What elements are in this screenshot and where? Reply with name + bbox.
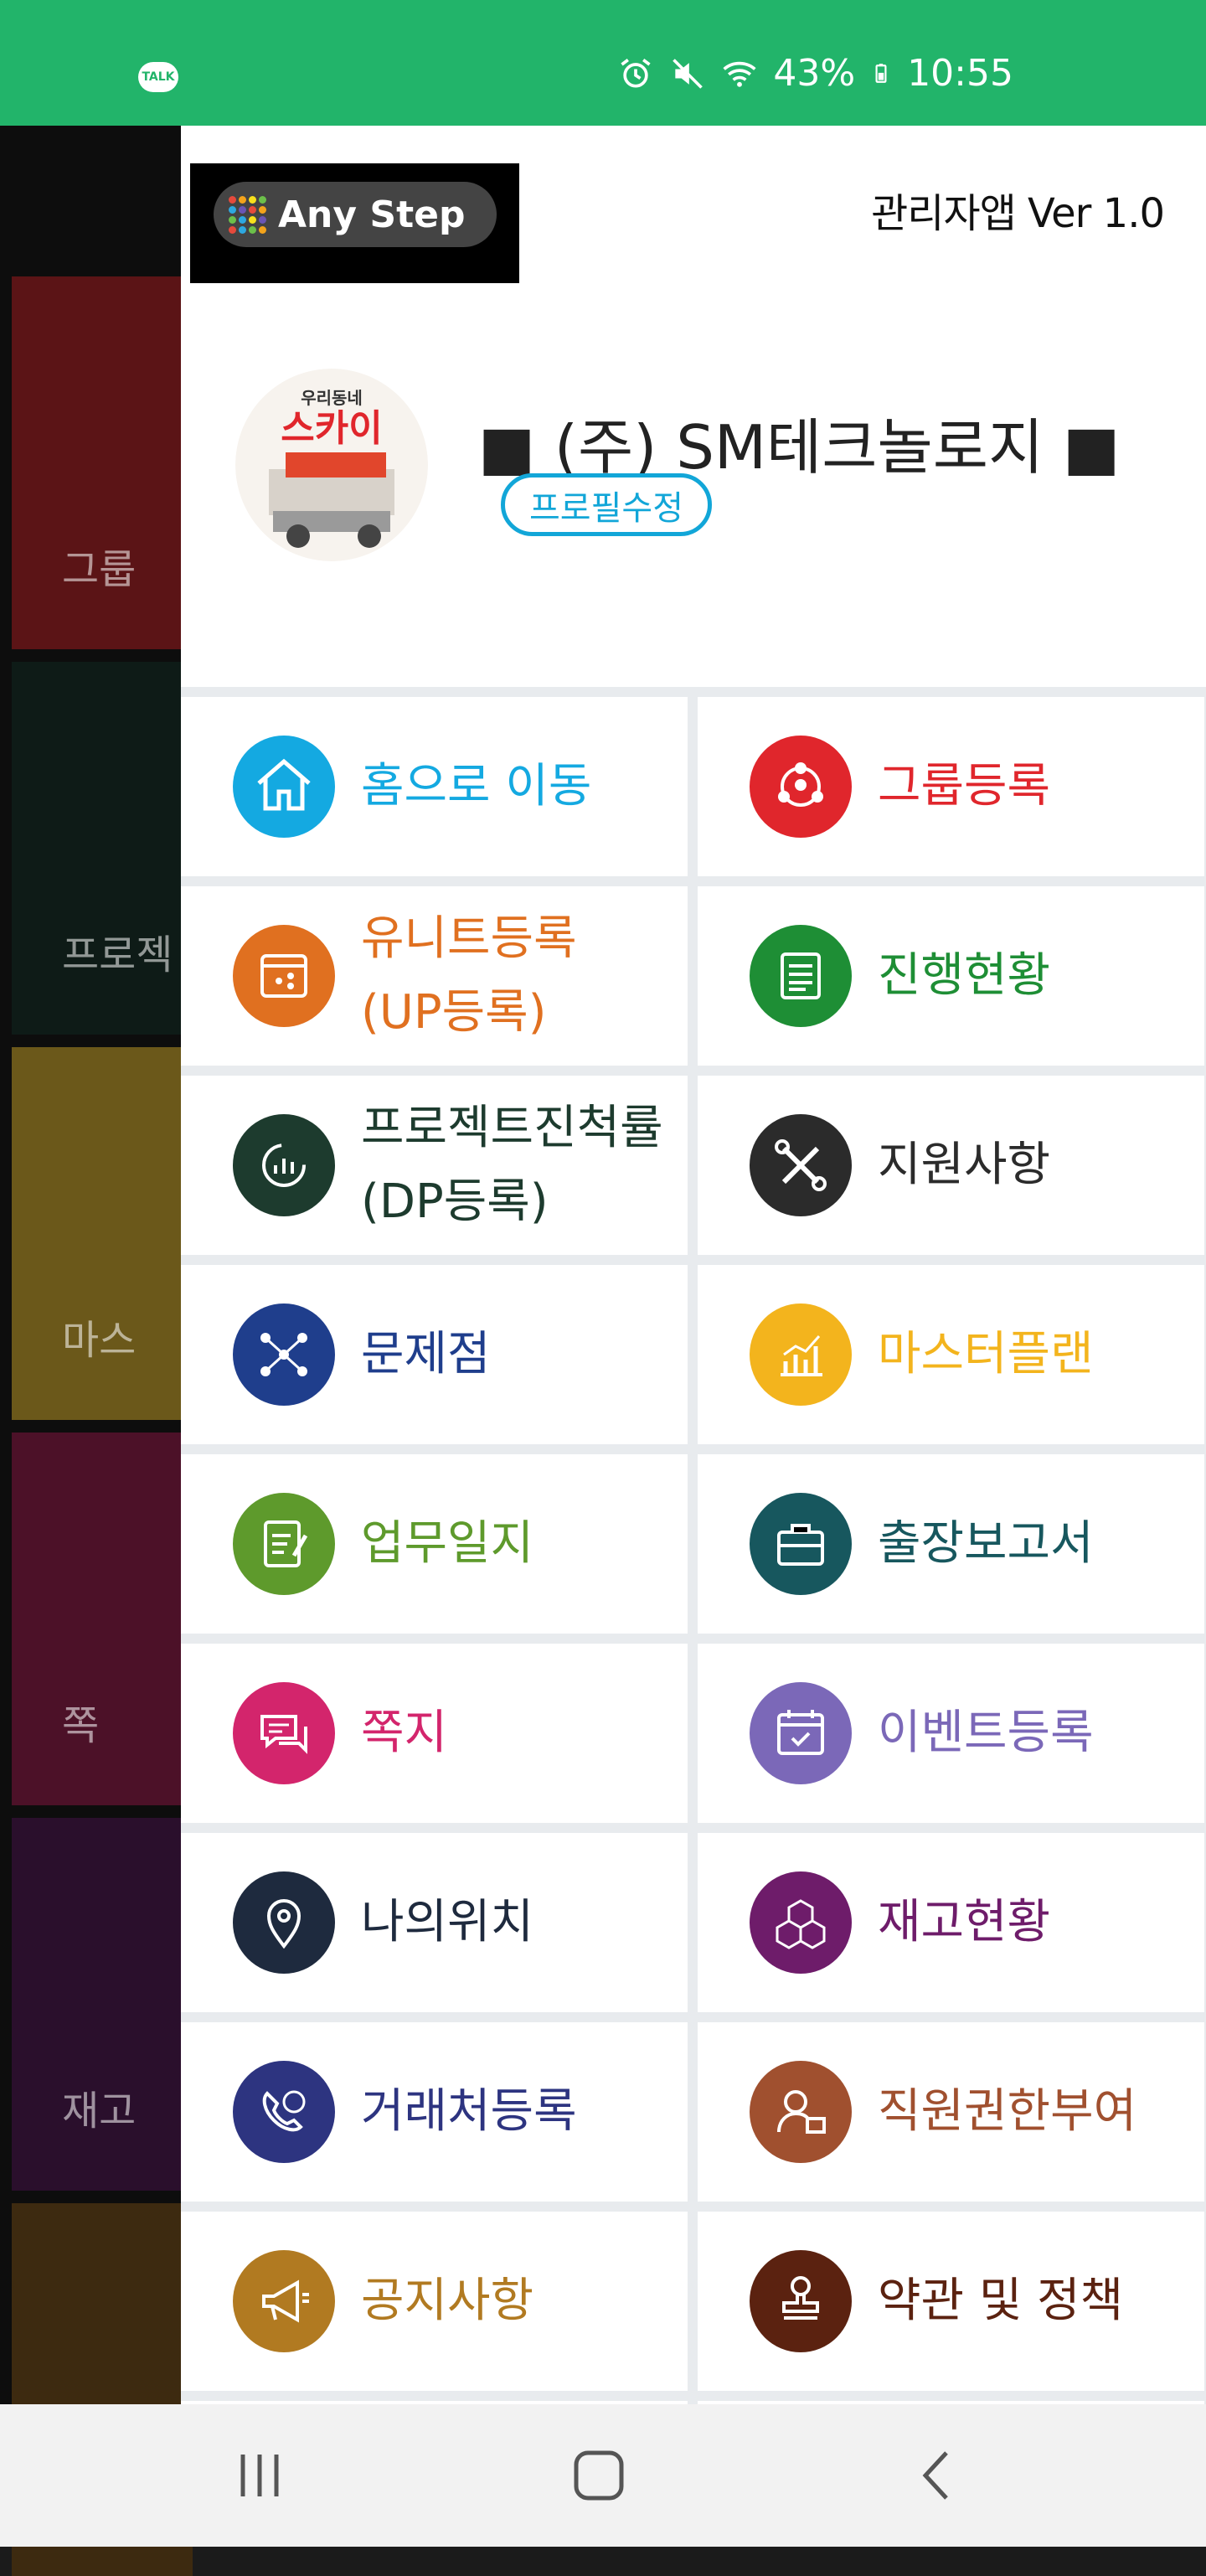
avatar-image: 우리동네 스카이 <box>235 369 428 561</box>
background-tile: 그룹 <box>12 276 193 649</box>
menu-item-home[interactable]: 홈으로 이동 <box>181 697 688 876</box>
background-tile-label: 그룹 <box>62 546 137 593</box>
battery-percent: 43% <box>773 52 856 95</box>
menu-item-label: 약관 및 정책 <box>878 2274 1124 2328</box>
menu-item-label: 유니트등록 (UP등록) <box>361 911 577 1040</box>
menu-item-document[interactable]: 진행현황 <box>698 886 1204 1066</box>
background-tile: 마스 <box>12 1047 193 1420</box>
menu-item-label: 출장보고서 <box>878 1516 1094 1571</box>
avatar-text-main: 스카이 <box>281 407 382 450</box>
wifi-icon <box>723 61 756 87</box>
menu-item-tools[interactable]: 지원사항 <box>698 1076 1204 1255</box>
briefcase-icon <box>750 1493 852 1595</box>
menu-item-network[interactable]: 문제점 <box>181 1265 688 1444</box>
menu-item-journal[interactable]: 업무일지 <box>181 1454 688 1634</box>
menu-item-label: 이벤트등록 <box>878 1706 1094 1760</box>
background-tile: 프로젝 <box>12 662 193 1035</box>
menu-item-label: 직원권한부여 <box>878 2084 1137 2139</box>
progress-icon <box>233 1114 335 1216</box>
contact-icon <box>233 2061 335 2163</box>
logo-text: Any Step <box>278 193 466 236</box>
menu-item-megaphone[interactable]: 공지사항 <box>181 2212 688 2391</box>
menu-item-label: 프로젝트진척률 (DP등록) <box>361 1101 663 1229</box>
menu-item-label: 지원사항 <box>878 1138 1051 1192</box>
menu-item-message[interactable]: 쪽지 <box>181 1644 688 1823</box>
background-tile-label: 쪽 <box>62 1702 100 1749</box>
menu-grid: 홈으로 이동 그룹등록유니트등록 (UP등록) 진행현황프로젝트진척률 (DP등록)… <box>181 687 1206 2404</box>
clock: 10:55 <box>907 52 1013 95</box>
message-icon <box>233 1682 335 1784</box>
calendar-icon <box>750 1682 852 1784</box>
menu-item-label: 그룹등록 <box>878 759 1051 813</box>
menu-item-label: 쪽지 <box>361 1706 448 1760</box>
menu-item-label: 마스터플랜 <box>878 1327 1094 1381</box>
recent-apps-icon[interactable] <box>214 2438 306 2513</box>
background-tile-label: 재고 <box>62 2088 137 2135</box>
menu-item-user-stamp[interactable]: 직원권한부여 <box>698 2022 1204 2202</box>
menu-item-chart[interactable]: 마스터플랜 <box>698 1265 1204 1444</box>
menu-item-boxes[interactable]: 재고현황 <box>698 1833 1204 2012</box>
menu-item-label: 거래처등록 <box>361 2084 577 2139</box>
menu-item-label: 홈으로 이동 <box>361 759 592 813</box>
system-nav-bar <box>0 2404 1206 2547</box>
background-tile: 재고 <box>12 1818 193 2191</box>
background-menu: 그룹 프로젝 마스 쪽 재고 <box>0 126 193 2576</box>
kakaotalk-icon: TALK <box>138 62 178 92</box>
battery-icon <box>875 63 887 83</box>
background-tile: 쪽 <box>12 1433 193 1805</box>
group-icon <box>750 736 852 838</box>
menu-item-location[interactable]: 나의위치 <box>181 1833 688 2012</box>
alarm-icon <box>621 58 651 87</box>
user-stamp-icon <box>750 2061 852 2163</box>
background-tile-label: 프로젝 <box>62 932 173 978</box>
menu-item-unit[interactable]: 유니트등록 (UP등록) <box>181 886 688 1066</box>
mute-icon <box>673 58 704 89</box>
back-icon[interactable] <box>892 2438 984 2513</box>
stamp-icon <box>750 2250 852 2352</box>
logo-dots-icon <box>229 195 266 234</box>
menu-item-stamp[interactable]: 약관 및 정책 <box>698 2212 1204 2391</box>
menu-item-label: 문제점 <box>361 1327 491 1381</box>
home-icon <box>233 736 335 838</box>
menu-item-contact[interactable]: 거래처등록 <box>181 2022 688 2202</box>
menu-item-briefcase[interactable]: 출장보고서 <box>698 1454 1204 1634</box>
menu-item-label: 공지사항 <box>361 2274 534 2328</box>
boxes-icon <box>750 1871 852 1974</box>
navigation-drawer: Any Step 관리자앱 Ver 1.0 우리동네 스카이 ■ (주) SM테… <box>181 126 1206 2404</box>
journal-icon <box>233 1493 335 1595</box>
unit-icon <box>233 925 335 1027</box>
logo-pill: Any Step <box>214 182 497 247</box>
app-logo: Any Step <box>190 163 519 283</box>
background-tile-label: 마스 <box>62 1317 137 1364</box>
avatar[interactable]: 우리동네 스카이 <box>235 369 428 561</box>
avatar-text-top: 우리동네 <box>301 388 363 408</box>
menu-item-label: 진행현황 <box>878 948 1051 1003</box>
menu-item-label: 재고현황 <box>878 1895 1051 1949</box>
profile-edit-button[interactable]: 프로필수정 <box>501 473 712 536</box>
status-indicators: 43% 10:55 <box>617 52 1013 95</box>
home-button-icon[interactable] <box>553 2438 645 2513</box>
location-icon <box>233 1871 335 1974</box>
status-bar: TALK 43% 10:55 <box>0 0 1206 126</box>
menu-item-progress[interactable]: 프로젝트진척률 (DP등록) <box>181 1076 688 1255</box>
menu-item-label: 업무일지 <box>361 1516 534 1571</box>
chart-icon <box>750 1303 852 1406</box>
tools-icon <box>750 1114 852 1216</box>
menu-item-label: 나의위치 <box>361 1895 534 1949</box>
network-icon <box>233 1303 335 1406</box>
menu-item-group[interactable]: 그룹등록 <box>698 697 1204 876</box>
app-version: 관리자앱 Ver 1.0 <box>871 190 1165 237</box>
document-icon <box>750 925 852 1027</box>
menu-item-calendar[interactable]: 이벤트등록 <box>698 1644 1204 1823</box>
megaphone-icon <box>233 2250 335 2352</box>
